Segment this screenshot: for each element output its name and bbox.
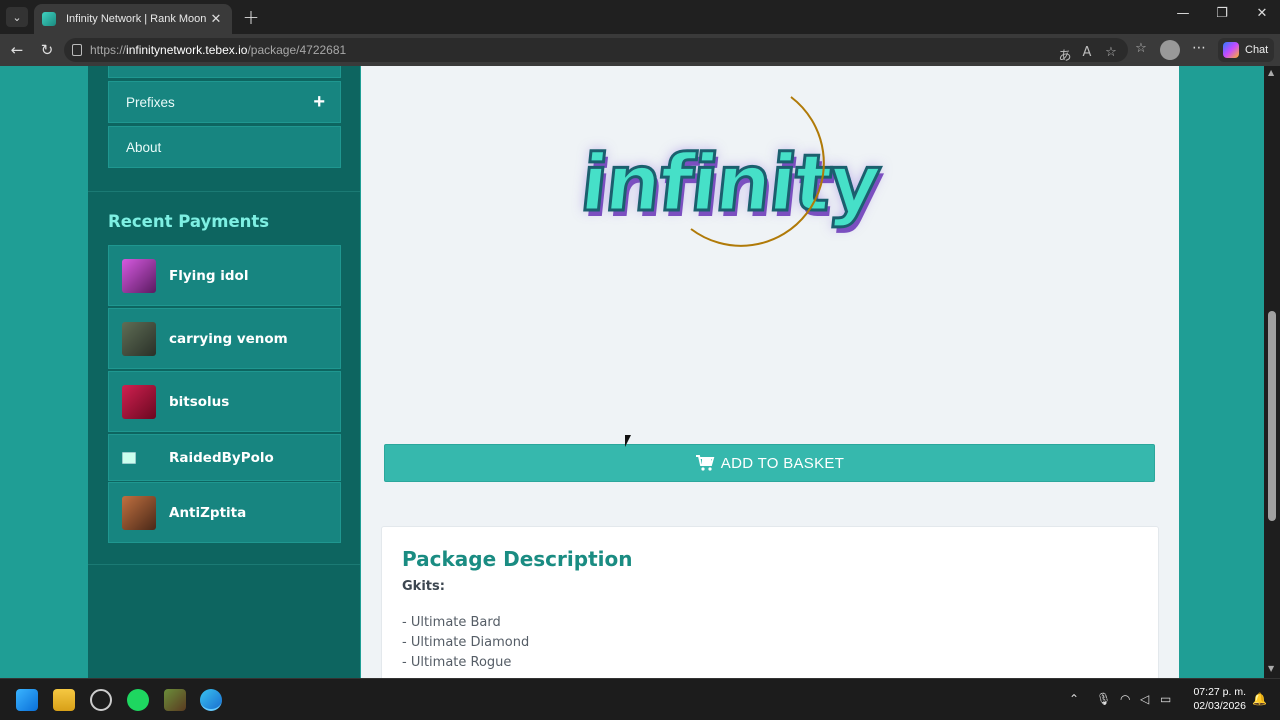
payment-item[interactable]: Flying idol: [108, 245, 341, 306]
payer-avatar: [122, 384, 156, 419]
tab-favicon-icon: [42, 12, 56, 26]
sidebar-item-label: Prefixes: [126, 94, 175, 110]
new-tab-plus-icon[interactable]: +: [240, 6, 262, 28]
payer-name: carrying venom: [169, 330, 288, 347]
clock-date: 02/03/2026: [1193, 700, 1246, 712]
notifications-bell-icon[interactable]: 🔔: [1252, 692, 1267, 706]
mouse-cursor-icon: [625, 435, 631, 447]
package-logo: infinity: [571, 84, 961, 284]
payer-avatar: [122, 495, 156, 530]
list-item: - Ultimate Diamond: [402, 635, 530, 650]
recent-payments-title: Recent Payments: [108, 212, 270, 231]
payer-name: bitsolus: [169, 393, 230, 410]
browser-toolbar: ← ↻ https://infinitynetwork.tebex.io/pac…: [0, 34, 1280, 66]
broken-image-icon: [122, 451, 136, 464]
add-to-basket-button[interactable]: ADD TO BASKET: [384, 444, 1155, 482]
crescent-moon-icon: [690, 96, 825, 247]
add-to-basket-label: ADD TO BASKET: [720, 454, 845, 472]
sidebar: Prefixes + About Recent Payments Flying …: [88, 66, 360, 678]
read-aloud-icon[interactable]: A: [1078, 45, 1096, 60]
file-explorer-icon[interactable]: [53, 689, 75, 711]
page-scrollbar[interactable]: ▲ ▼: [1264, 66, 1280, 678]
more-menu-icon[interactable]: ⋯: [1192, 40, 1206, 56]
edge-browser-icon[interactable]: [200, 689, 222, 711]
clock-time: 07:27 p. m.: [1193, 686, 1246, 698]
list-item: - Ultimate Bard: [402, 615, 501, 630]
minimize-icon[interactable]: —: [1168, 6, 1198, 21]
browser-titlebar: ⌄ Infinity Network | Rank Moon ✕ + — ❐ ✕: [0, 0, 1280, 34]
tray-chevron-up-icon[interactable]: ⌃: [1069, 692, 1079, 706]
volume-icon[interactable]: ◁: [1140, 692, 1149, 706]
favorites-bar-icon[interactable]: ☆: [1132, 41, 1150, 56]
sidebar-item-hidden[interactable]: [108, 66, 341, 78]
payer-name: Flying idol: [169, 267, 249, 284]
battery-icon[interactable]: ▭: [1160, 692, 1171, 706]
payer-avatar: [122, 258, 156, 293]
description-title: Package Description: [402, 547, 633, 571]
package-description-card: Package Description Gkits: - Ultimate Ba…: [381, 526, 1159, 678]
favorite-star-icon[interactable]: ☆: [1102, 45, 1120, 60]
microphone-icon[interactable]: 🎙: [1096, 692, 1111, 706]
restore-icon[interactable]: ❐: [1207, 6, 1237, 21]
list-item: - Ultimate Rogue: [402, 655, 512, 670]
sidebar-divider: [88, 191, 360, 192]
reload-icon[interactable]: ↻: [36, 40, 58, 60]
payer-avatar: [122, 321, 156, 356]
scroll-thumb[interactable]: [1268, 311, 1276, 521]
translate-icon[interactable]: あ: [1056, 45, 1074, 64]
wifi-icon[interactable]: ◠: [1120, 692, 1130, 706]
scroll-up-arrow-icon[interactable]: ▲: [1268, 68, 1274, 77]
windows-start-icon[interactable]: [16, 689, 38, 711]
tab-title: Infinity Network | Rank Moon: [66, 13, 207, 25]
taskbar: ⌃ 🎙 ◠ ◁ ▭ 07:27 p. m. 02/03/2026 🔔: [0, 678, 1280, 720]
sidebar-divider: [88, 564, 360, 565]
description-subtitle: Gkits:: [402, 579, 445, 594]
payer-name: AntiZptita: [169, 504, 247, 521]
scroll-down-arrow-icon[interactable]: ▼: [1268, 664, 1274, 673]
sidebar-item-prefixes[interactable]: Prefixes +: [108, 81, 341, 123]
payment-item[interactable]: bitsolus: [108, 371, 341, 432]
taskbar-clock[interactable]: 07:27 p. m. 02/03/2026: [1186, 685, 1246, 713]
main-content: infinity ADD TO BASKET Package Descripti…: [361, 66, 1179, 678]
url-text: https://infinitynetwork.tebex.io/package…: [90, 43, 347, 57]
expand-plus-icon[interactable]: +: [313, 92, 325, 112]
payment-item[interactable]: RaidedByPolo: [108, 434, 341, 481]
profile-avatar[interactable]: [1160, 40, 1180, 60]
minecraft-icon[interactable]: [164, 689, 186, 711]
browser-tab[interactable]: Infinity Network | Rank Moon ✕: [34, 4, 232, 34]
sidebar-item-label: About: [126, 139, 162, 155]
close-window-icon[interactable]: ✕: [1247, 6, 1277, 21]
page-viewport: Prefixes + About Recent Payments Flying …: [0, 66, 1280, 678]
address-bar[interactable]: https://infinitynetwork.tebex.io/package…: [64, 38, 1128, 64]
copilot-chat-button[interactable]: Chat: [1218, 38, 1274, 62]
tab-actions-chevron-icon[interactable]: ⌄: [6, 7, 28, 27]
payment-item[interactable]: AntiZptita: [108, 482, 341, 543]
site-info-icon[interactable]: [72, 44, 82, 56]
sidebar-item-about[interactable]: About: [108, 126, 341, 168]
spotify-icon[interactable]: [127, 689, 149, 711]
back-arrow-icon[interactable]: ←: [6, 40, 28, 60]
tab-close-icon[interactable]: ✕: [208, 12, 224, 27]
description-list: - Ultimate Bard - Ultimate Diamond - Ult…: [402, 613, 529, 673]
payer-name: RaidedByPolo: [169, 449, 274, 466]
payment-item[interactable]: carrying venom: [108, 308, 341, 369]
copilot-icon: [1223, 42, 1239, 58]
clock-app-icon[interactable]: [90, 689, 112, 711]
cart-icon: [695, 455, 715, 471]
